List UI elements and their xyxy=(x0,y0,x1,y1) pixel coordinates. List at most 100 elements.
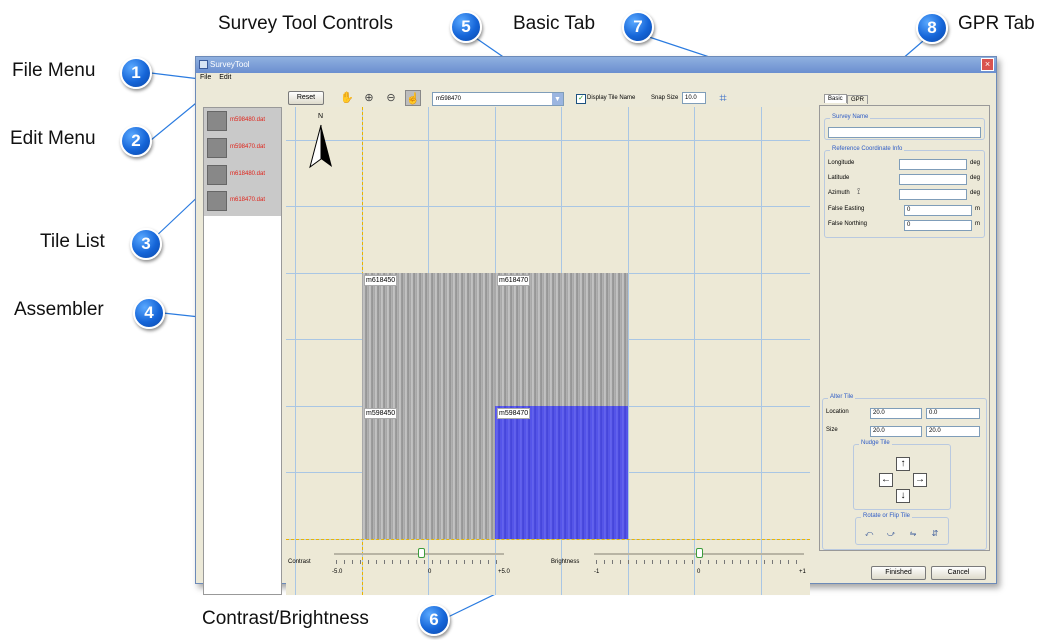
north-label: N xyxy=(318,113,324,120)
tile-name-label: m598450 xyxy=(364,408,398,419)
snap-size-label: Snap Size xyxy=(651,95,679,101)
callout-assembler-label: Assembler xyxy=(14,299,104,320)
assembler-tile-selected[interactable] xyxy=(495,406,628,539)
tile-select-combo[interactable]: m598470 ▼ xyxy=(432,92,564,106)
tab-gpr[interactable]: GPR xyxy=(847,95,869,104)
menubar: File Edit xyxy=(196,73,996,83)
brightness-mid-label: 0 xyxy=(697,569,701,575)
callout-badge-6: 6 xyxy=(418,604,450,636)
flip-vertical-icon[interactable]: ⇵ xyxy=(928,528,942,540)
nudge-down-icon[interactable]: ↓ xyxy=(896,489,910,503)
longitude-input[interactable] xyxy=(899,159,967,170)
reference-coordinate-title: Reference Coordinate Info xyxy=(830,146,905,152)
nudge-right-icon[interactable]: → xyxy=(913,473,927,487)
brightness-min-label: -1 xyxy=(594,569,600,575)
callout-badge-1: 1 xyxy=(120,57,152,89)
latitude-input[interactable] xyxy=(899,174,967,185)
assembler-canvas[interactable]: N m618450 m618470 m598450 m598470 xyxy=(286,107,810,595)
callout-badge-4: 4 xyxy=(133,297,165,329)
callout-badge-5: 5 xyxy=(450,11,482,43)
nudge-tile-group: Nudge Tile ↑ ← → ↓ xyxy=(853,440,951,510)
callout-gpr-tab-label: GPR Tab xyxy=(958,13,1035,34)
brightness-max-label: +1 xyxy=(799,569,806,575)
location-y-input[interactable]: 0.0 xyxy=(926,408,980,419)
location-x-input[interactable]: 20.0 xyxy=(870,408,922,419)
chevron-down-icon[interactable]: ▼ xyxy=(552,93,563,105)
longitude-label: Longitude xyxy=(828,160,855,166)
tile-list-item-name: m618470.dat xyxy=(230,197,266,203)
basic-tab-panel: Survey Name Reference Coordinate Info Lo… xyxy=(819,105,990,551)
finished-button[interactable]: Finished xyxy=(871,566,926,580)
rotate-flip-group: Rotate or Flip Tile ⤺ ⤻ ⇋ ⇵ xyxy=(855,513,949,545)
tile-list-item-name: m618480.dat xyxy=(230,171,266,177)
snap-grid-icon[interactable]: ⌗ xyxy=(715,90,731,106)
callout-tile-list-label: Tile List xyxy=(40,231,105,252)
contrast-label: Contrast xyxy=(288,559,311,565)
callout-basic-tab-label: Basic Tab xyxy=(513,13,596,34)
tile-list-item[interactable]: m618480.dat xyxy=(207,165,281,187)
survey-name-input[interactable] xyxy=(828,127,981,138)
tile-list-item[interactable]: m598470.dat xyxy=(207,138,281,160)
select-hand-icon[interactable]: ☝ xyxy=(405,90,421,106)
assembler-tile[interactable] xyxy=(362,406,495,539)
cancel-button[interactable]: Cancel xyxy=(931,566,986,580)
survey-tool-window: SurveyTool × File Edit Reset ✋ ⊕ ⊖ ☝ m59… xyxy=(195,56,997,595)
menu-file[interactable]: File xyxy=(200,74,211,81)
tile-thumbnail xyxy=(207,191,227,211)
alter-tile-title: Alter Tile xyxy=(828,394,856,400)
pan-hand-icon[interactable]: ✋ xyxy=(339,90,355,106)
false-easting-input[interactable]: 0 xyxy=(904,205,972,216)
assembler-tile[interactable] xyxy=(362,273,495,406)
nudge-up-icon[interactable]: ↑ xyxy=(896,457,910,471)
size-y-input[interactable]: 20.0 xyxy=(926,426,980,437)
contrast-slider-ticks xyxy=(336,560,504,564)
rotate-right-icon[interactable]: ⤻ xyxy=(884,528,898,540)
flip-horizontal-icon[interactable]: ⇋ xyxy=(906,528,920,540)
reference-coordinate-group: Reference Coordinate Info Longitude deg … xyxy=(824,146,985,238)
contrast-min-label: -5.0 xyxy=(332,569,343,575)
latitude-label: Latitude xyxy=(828,175,850,181)
azimuth-input[interactable] xyxy=(899,189,967,200)
display-tile-name-checkbox[interactable]: ✓ xyxy=(576,94,586,104)
tile-list-item-name: m598470.dat xyxy=(230,144,266,150)
tile-list: m598480.dat m598470.dat m618480.dat m618… xyxy=(203,107,282,595)
callout-badge-8: 8 xyxy=(916,12,948,44)
reset-button[interactable]: Reset xyxy=(288,91,324,105)
rotate-left-icon[interactable]: ⤺ xyxy=(862,528,876,540)
brightness-label: Brightness xyxy=(551,559,580,565)
window-title: SurveyTool xyxy=(210,60,250,69)
survey-name-title: Survey Name xyxy=(830,114,871,120)
contrast-slider-thumb[interactable] xyxy=(417,548,425,558)
tab-basic[interactable]: Basic xyxy=(824,94,847,103)
zoom-in-icon[interactable]: ⊕ xyxy=(361,90,377,106)
snap-size-input[interactable]: 10.0 xyxy=(682,92,706,104)
callout-survey-tool-controls-label: Survey Tool Controls xyxy=(218,13,393,34)
callout-badge-7: 7 xyxy=(622,11,654,43)
tile-list-item[interactable]: m598480.dat xyxy=(207,111,281,133)
azimuth-unit: deg xyxy=(970,190,981,196)
tile-thumbnail xyxy=(207,111,227,131)
tile-select-value: m598470 xyxy=(436,96,462,102)
close-button[interactable]: × xyxy=(981,58,994,71)
display-tile-name-label: Display Tile Name xyxy=(587,95,636,101)
callout-file-menu-label: File Menu xyxy=(12,60,96,81)
app-icon xyxy=(199,60,208,69)
tile-name-label: m618470 xyxy=(497,275,531,286)
azimuth-icon[interactable]: ⟟ xyxy=(857,186,860,197)
assembler-tile[interactable] xyxy=(495,273,628,406)
callout-contrast-brightness-label: Contrast/Brightness xyxy=(202,608,369,629)
tile-list-item[interactable]: m618470.dat xyxy=(207,191,281,213)
window-titlebar[interactable]: SurveyTool × xyxy=(196,57,996,73)
rotate-flip-title: Rotate or Flip Tile xyxy=(861,513,913,519)
contrast-max-label: +5.0 xyxy=(498,569,510,575)
tile-name-label: m618450 xyxy=(364,275,398,286)
latitude-unit: deg xyxy=(970,175,981,181)
zoom-out-icon[interactable]: ⊖ xyxy=(383,90,399,106)
menu-edit[interactable]: Edit xyxy=(219,74,231,81)
nudge-left-icon[interactable]: ← xyxy=(879,473,893,487)
longitude-unit: deg xyxy=(970,160,981,166)
size-x-input[interactable]: 20.0 xyxy=(870,426,922,437)
brightness-slider-thumb[interactable] xyxy=(696,548,703,558)
false-northing-input[interactable]: 0 xyxy=(904,220,972,231)
location-label: Location xyxy=(826,409,849,415)
